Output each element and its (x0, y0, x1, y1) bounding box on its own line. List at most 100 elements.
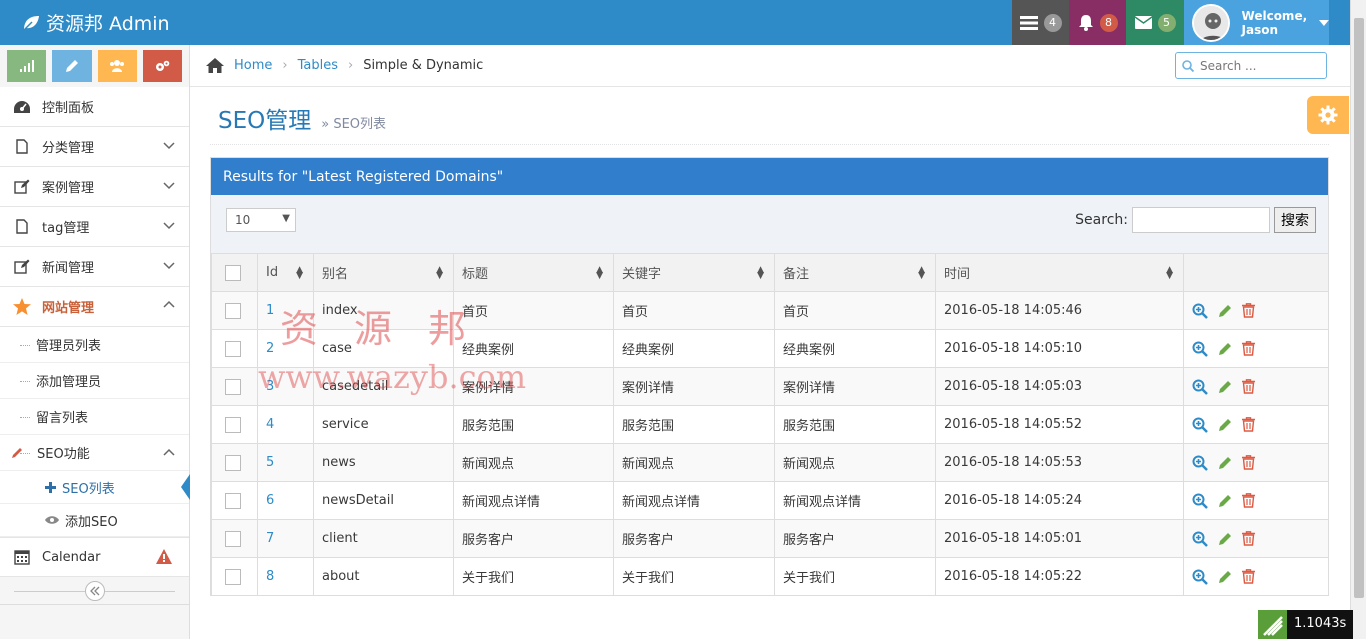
sidebar-item-news[interactable]: 新闻管理 (0, 247, 189, 287)
cell-note: 关于我们 (774, 557, 936, 596)
zoom-in-icon[interactable] (1192, 531, 1208, 547)
zoom-in-icon[interactable] (1192, 569, 1208, 585)
column-header-title[interactable]: 标题 ▲ ▼ (453, 253, 614, 292)
trash-icon[interactable] (1242, 417, 1255, 432)
column-header-keywords[interactable]: 关键字 ▲ ▼ (613, 253, 775, 292)
sort-icon: ▲ ▼ (1166, 265, 1173, 281)
table-search-input[interactable] (1132, 207, 1270, 233)
cell-keywords-text: 新闻观点 (622, 457, 675, 472)
row-checkbox[interactable] (225, 302, 241, 319)
zoom-in-icon[interactable] (1192, 341, 1208, 357)
pencil-icon[interactable] (1218, 380, 1232, 394)
shortcut-buttons (0, 45, 189, 87)
sidebar-item-calendar[interactable]: Calendar (0, 537, 189, 577)
zoom-in-icon[interactable] (1192, 303, 1208, 319)
sidebar-collapse-button[interactable] (85, 581, 105, 601)
cell-id: 5 (257, 443, 314, 482)
page-scrollbar[interactable] (1350, 0, 1366, 639)
sidebar-item-cases[interactable]: 案例管理 (0, 167, 189, 207)
trash-icon[interactable] (1242, 455, 1255, 470)
row-checkbox[interactable] (225, 454, 241, 471)
settings-shortcut-button[interactable] (142, 50, 182, 82)
trash-icon[interactable] (1242, 379, 1255, 394)
edit-shortcut-button[interactable] (52, 50, 92, 82)
pencil-icon[interactable] (1218, 494, 1232, 508)
sidebar-subitem-messages[interactable]: 留言列表 (0, 399, 189, 435)
settings-toggle-button[interactable] (1307, 96, 1349, 134)
column-header-id[interactable]: Id ▲ ▼ (257, 253, 314, 292)
sidebar-subitem-add-seo[interactable]: 添加SEO (0, 504, 189, 537)
pencil-icon[interactable] (1218, 342, 1232, 356)
sidebar-subitem-seo-list[interactable]: SEO列表 (0, 471, 190, 504)
breadcrumb-tables-link[interactable]: Tables (298, 58, 338, 73)
trash-icon[interactable] (1242, 493, 1255, 508)
cell-alias: news (313, 443, 454, 482)
row-checkbox[interactable] (225, 416, 241, 433)
table-row: 1 index 首页 首页 首页 2016-05-18 14:05:46 (211, 291, 1329, 330)
avatar (1192, 3, 1230, 42)
main-content: Home › Tables › Simple & Dynamic Search … (190, 45, 1350, 639)
cell-id-text[interactable]: 3 (266, 379, 274, 394)
sidebar-subitem-label: SEO列表 (62, 481, 115, 497)
sidebar-item-dashboard[interactable]: 控制面板 (0, 87, 189, 127)
row-checkbox[interactable] (225, 340, 241, 357)
sidebar-subitem-seo[interactable]: SEO功能 (0, 435, 189, 471)
trash-icon[interactable] (1242, 341, 1255, 356)
column-header-alias[interactable]: 别名 ▲ ▼ (313, 253, 454, 292)
pencil-icon[interactable] (1218, 532, 1232, 546)
row-checkbox[interactable] (225, 568, 241, 585)
top-navbar: 资源邦 Admin 4 8 5 Welcome, Jason (0, 0, 1350, 45)
zoom-in-icon[interactable] (1192, 379, 1208, 395)
cell-note: 新闻观点 (774, 443, 936, 482)
cell-id-text[interactable]: 1 (266, 303, 274, 318)
zoom-in-icon[interactable] (1192, 455, 1208, 471)
cell-note-text: 新闻观点 (783, 457, 836, 472)
trash-icon[interactable] (1242, 569, 1255, 584)
users-shortcut-button[interactable] (97, 50, 137, 82)
pencil-icon[interactable] (1218, 570, 1232, 584)
column-header-time[interactable]: 时间 ▲ ▼ (935, 253, 1184, 292)
scrollbar-thumb[interactable] (1354, 18, 1364, 598)
tasks-button[interactable]: 4 (1012, 0, 1069, 45)
breadcrumb-home-link[interactable]: Home (234, 58, 272, 73)
pencil-icon[interactable] (1218, 456, 1232, 470)
cell-id-text[interactable]: 2 (266, 341, 274, 356)
signal-icon (19, 60, 34, 72)
cell-id-text[interactable]: 4 (266, 417, 274, 432)
pencil-icon[interactable] (1218, 304, 1232, 318)
sidebar-item-category[interactable]: 分类管理 (0, 127, 189, 167)
user-menu[interactable]: Welcome, Jason (1184, 0, 1329, 45)
select-all-checkbox[interactable] (225, 264, 241, 281)
cell-id-text[interactable]: 5 (266, 455, 274, 470)
sidebar-subitem-add-admin[interactable]: 添加管理员 (0, 363, 189, 399)
nav-search-input[interactable]: Search ... (1175, 52, 1327, 79)
cell-id-text[interactable]: 6 (266, 493, 274, 508)
cell-id-text[interactable]: 8 (266, 569, 274, 584)
stats-shortcut-button[interactable] (7, 50, 47, 82)
brand-logo[interactable]: 资源邦 Admin (22, 9, 170, 36)
column-header-note[interactable]: 备注 ▲ ▼ (774, 253, 936, 292)
table-search: Search: 搜索 (1075, 207, 1316, 233)
table-body: 1 index 首页 首页 首页 2016-05-18 14:05:46 2 case 经典案例… (211, 291, 1329, 596)
pencil-icon[interactable] (1218, 418, 1232, 432)
zoom-in-icon[interactable] (1192, 417, 1208, 433)
sidebar-subitem-admin-list[interactable]: 管理员列表 (0, 327, 189, 363)
messages-button[interactable]: 5 (1126, 0, 1184, 45)
row-checkbox[interactable] (225, 492, 241, 509)
sidebar-item-tags[interactable]: tag管理 (0, 207, 189, 247)
page-size-select[interactable]: 10 ▼ (226, 208, 296, 232)
table-search-button[interactable]: 搜索 (1274, 207, 1316, 233)
cell-keywords-text: 服务客户 (622, 533, 675, 548)
cell-alias-text: about (322, 569, 360, 584)
row-checkbox[interactable] (225, 378, 241, 395)
pencil-icon (12, 448, 22, 458)
row-checkbox[interactable] (225, 530, 241, 547)
sidebar-item-site[interactable]: 网站管理 (0, 287, 189, 327)
trash-icon[interactable] (1242, 531, 1255, 546)
cell-actions (1183, 405, 1329, 444)
sort-icon: ▲ ▼ (296, 265, 303, 281)
notifications-button[interactable]: 8 (1069, 0, 1126, 45)
zoom-in-icon[interactable] (1192, 493, 1208, 509)
cell-id-text[interactable]: 7 (266, 531, 274, 546)
trash-icon[interactable] (1242, 303, 1255, 318)
